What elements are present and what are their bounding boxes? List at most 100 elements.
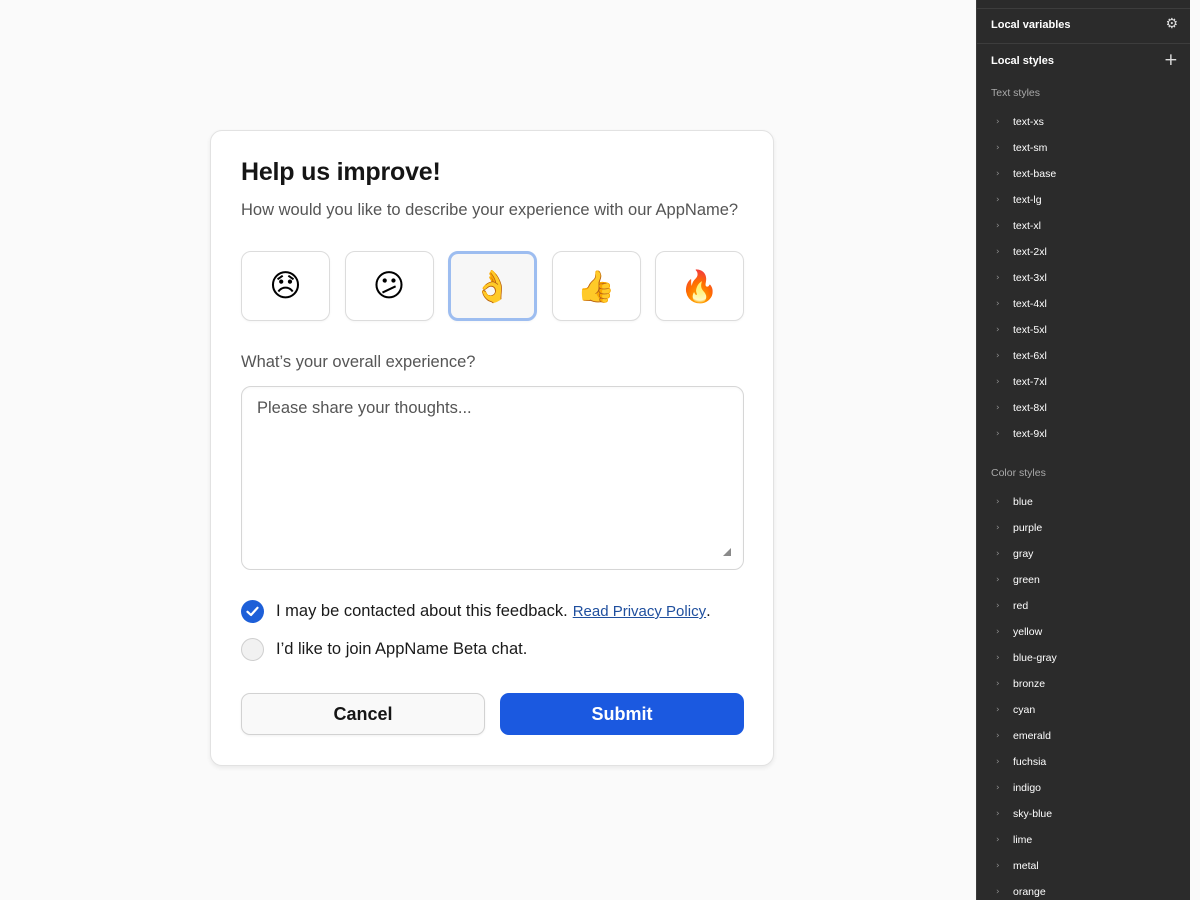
color-style-item[interactable]: › gray (977, 541, 1190, 567)
chevron-right-icon: › (996, 273, 1000, 283)
text-style-item[interactable]: › text-3xl (977, 265, 1190, 291)
color-style-item[interactable]: › metal (977, 853, 1190, 879)
chevron-right-icon: › (996, 679, 1000, 689)
chevron-right-icon: › (996, 195, 1000, 205)
contact-checkbox[interactable] (241, 600, 264, 623)
text-style-label: text-2xl (1013, 246, 1047, 258)
plus-icon[interactable]: + (1164, 50, 1178, 70)
text-style-item[interactable]: › text-6xl (977, 343, 1190, 369)
panel-top-divider (977, 8, 1190, 9)
color-style-item[interactable]: › indigo (977, 775, 1190, 801)
chevron-right-icon: › (996, 575, 1000, 585)
color-style-label: orange (1013, 886, 1046, 898)
text-style-label: text-5xl (1013, 324, 1047, 336)
text-style-label: text-6xl (1013, 350, 1047, 362)
color-style-item[interactable]: › orange (977, 879, 1190, 900)
rating-thumbs-up-button[interactable]: 👍 (551, 251, 641, 321)
text-style-item[interactable]: › text-lg (977, 187, 1190, 213)
chevron-right-icon: › (996, 549, 1000, 559)
chevron-right-icon: › (996, 403, 1000, 413)
card-title: Help us improve! (241, 158, 441, 186)
text-styles-list: › text-xs › text-sm › text-base › text-lg › text-… (977, 109, 1190, 447)
contact-checkbox-row: I may be contacted about this feedback. … (241, 600, 711, 623)
color-style-item[interactable]: › green (977, 567, 1190, 593)
contact-checkbox-label: I may be contacted about this feedback. (276, 602, 568, 620)
experience-textarea-wrapper (241, 386, 744, 570)
text-style-item[interactable]: › text-9xl (977, 421, 1190, 447)
thumbs-up-icon: 👍 (576, 268, 616, 305)
rating-ok-button[interactable]: 👌 (448, 251, 537, 321)
chevron-right-icon: › (996, 497, 1000, 507)
emoji-rating-row: 😞 😕 👌 👍 🔥 (241, 251, 744, 321)
feedback-card: Help us improve! How would you like to d… (210, 130, 774, 766)
submit-button[interactable]: Submit (500, 693, 744, 735)
local-variables-heading[interactable]: Local variables (991, 19, 1071, 31)
color-style-item[interactable]: › sky-blue (977, 801, 1190, 827)
right-edge-strip (1190, 0, 1200, 900)
chevron-right-icon: › (996, 377, 1000, 387)
text-style-label: text-9xl (1013, 428, 1047, 440)
color-style-item[interactable]: › yellow (977, 619, 1190, 645)
color-style-item[interactable]: › purple (977, 515, 1190, 541)
rating-confused-button[interactable]: 😕 (344, 251, 434, 321)
chevron-right-icon: › (996, 731, 1000, 741)
chevron-right-icon: › (996, 653, 1000, 663)
privacy-policy-link[interactable]: Read Privacy Policy (573, 603, 706, 620)
text-style-item[interactable]: › text-8xl (977, 395, 1190, 421)
resize-handle-icon[interactable] (723, 548, 731, 556)
chevron-right-icon: › (996, 809, 1000, 819)
color-style-item[interactable]: › emerald (977, 723, 1190, 749)
color-style-item[interactable]: › bronze (977, 671, 1190, 697)
chevron-right-icon: › (996, 861, 1000, 871)
chevron-right-icon: › (996, 601, 1000, 611)
color-styles-label: Color styles (991, 467, 1046, 479)
color-style-label: purple (1013, 522, 1043, 534)
styles-panel: Local variables ⚙ Local styles + Text st… (976, 0, 1190, 900)
color-style-label: fuchsia (1013, 756, 1047, 768)
text-style-label: text-sm (1013, 142, 1048, 154)
beta-checkbox[interactable] (241, 638, 264, 661)
card-subtitle: How would you like to describe your expe… (241, 201, 739, 219)
text-style-item[interactable]: › text-7xl (977, 369, 1190, 395)
text-style-item[interactable]: › text-5xl (977, 317, 1190, 343)
rating-disappointed-button[interactable]: 😞 (241, 251, 330, 321)
text-style-item[interactable]: › text-2xl (977, 239, 1190, 265)
chevron-right-icon: › (996, 247, 1000, 257)
rating-fire-button[interactable]: 🔥 (655, 251, 744, 321)
beta-checkbox-label: I’d like to join AppName Beta chat. (276, 640, 528, 658)
text-style-label: text-4xl (1013, 298, 1047, 310)
text-style-item[interactable]: › text-base (977, 161, 1190, 187)
color-style-item[interactable]: › cyan (977, 697, 1190, 723)
color-style-label: emerald (1013, 730, 1051, 742)
color-style-item[interactable]: › lime (977, 827, 1190, 853)
color-style-label: blue (1013, 496, 1033, 508)
color-style-item[interactable]: › fuchsia (977, 749, 1190, 775)
text-style-item[interactable]: › text-xs (977, 109, 1190, 135)
color-style-label: metal (1013, 860, 1039, 872)
text-style-item[interactable]: › text-sm (977, 135, 1190, 161)
disappointed-face-icon: 😞 (269, 268, 302, 304)
text-style-label: text-base (1013, 168, 1057, 180)
text-style-label: text-7xl (1013, 376, 1047, 388)
color-style-item[interactable]: › blue (977, 489, 1190, 515)
text-style-item[interactable]: › text-xl (977, 213, 1190, 239)
adjust-sliders-icon[interactable]: ⚙ (1165, 16, 1178, 32)
text-style-label: text-lg (1013, 194, 1042, 206)
chevron-right-icon: › (996, 887, 1000, 897)
chevron-right-icon: › (996, 325, 1000, 335)
cancel-button[interactable]: Cancel (241, 693, 485, 735)
checkmark-icon (246, 606, 259, 617)
chevron-right-icon: › (996, 299, 1000, 309)
color-style-label: gray (1013, 548, 1034, 560)
text-style-item[interactable]: › text-4xl (977, 291, 1190, 317)
color-style-label: lime (1013, 834, 1033, 846)
color-styles-list: › blue › purple › gray › green › red › yellow › blue-… (977, 489, 1190, 900)
chevron-right-icon: › (996, 757, 1000, 767)
color-style-label: red (1013, 600, 1029, 612)
color-style-label: green (1013, 574, 1040, 586)
color-style-label: indigo (1013, 782, 1042, 794)
fire-icon: 🔥 (680, 268, 719, 305)
experience-textarea[interactable] (241, 386, 744, 570)
color-style-item[interactable]: › red (977, 593, 1190, 619)
color-style-item[interactable]: › blue-gray (977, 645, 1190, 671)
